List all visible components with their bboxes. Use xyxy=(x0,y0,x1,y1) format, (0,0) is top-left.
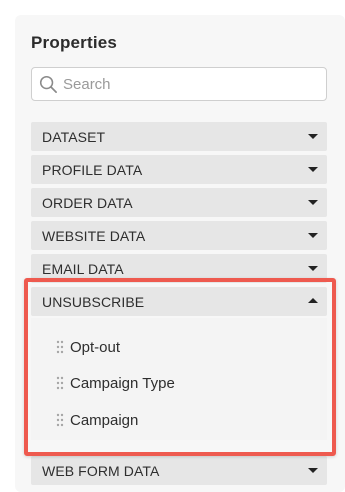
search-icon xyxy=(39,75,57,93)
section-dataset[interactable]: DATASET xyxy=(31,122,327,151)
property-item-label: Opt-out xyxy=(70,339,121,356)
section-label: DATASET xyxy=(42,129,106,145)
property-item-campaign-type[interactable]: Campaign Type xyxy=(31,370,327,398)
section-order-data[interactable]: ORDER DATA xyxy=(31,188,327,217)
section-website-data[interactable]: WEBSITE DATA xyxy=(31,221,327,250)
property-item-campaign[interactable]: Campaign xyxy=(31,407,327,435)
properties-panel: Properties DATASET PROFILE DATA ORDER DA… xyxy=(15,15,345,492)
caret-down-icon xyxy=(308,134,318,139)
caret-down-icon xyxy=(308,200,318,205)
section-web-form-data[interactable]: WEB FORM DATA xyxy=(31,456,327,485)
caret-down-icon xyxy=(308,167,318,172)
caret-down-icon xyxy=(308,233,318,238)
search-input[interactable] xyxy=(63,68,318,100)
unsubscribe-items: Opt-out Campaign Type Campaign xyxy=(31,318,327,440)
section-label: WEBSITE DATA xyxy=(42,228,146,244)
section-label: ORDER DATA xyxy=(42,195,133,211)
section-label: WEB FORM DATA xyxy=(42,463,160,479)
drag-handle-icon xyxy=(56,340,64,354)
property-item-opt-out[interactable]: Opt-out xyxy=(31,334,327,362)
caret-down-icon xyxy=(308,266,318,271)
caret-down-icon xyxy=(308,468,318,473)
property-item-label: Campaign Type xyxy=(70,375,175,392)
panel-title: Properties xyxy=(31,33,118,52)
property-item-label: Campaign xyxy=(70,412,139,429)
section-label: PROFILE DATA xyxy=(42,162,143,178)
search-box[interactable] xyxy=(31,67,327,101)
drag-handle-icon xyxy=(56,413,64,427)
section-profile-data[interactable]: PROFILE DATA xyxy=(31,155,327,184)
section-email-data[interactable]: EMAIL DATA xyxy=(31,254,327,283)
section-label: UNSUBSCRIBE xyxy=(42,294,145,310)
caret-up-icon xyxy=(308,298,318,303)
section-label: EMAIL DATA xyxy=(42,261,124,277)
section-unsubscribe[interactable]: UNSUBSCRIBE xyxy=(31,287,327,316)
drag-handle-icon xyxy=(56,376,64,390)
